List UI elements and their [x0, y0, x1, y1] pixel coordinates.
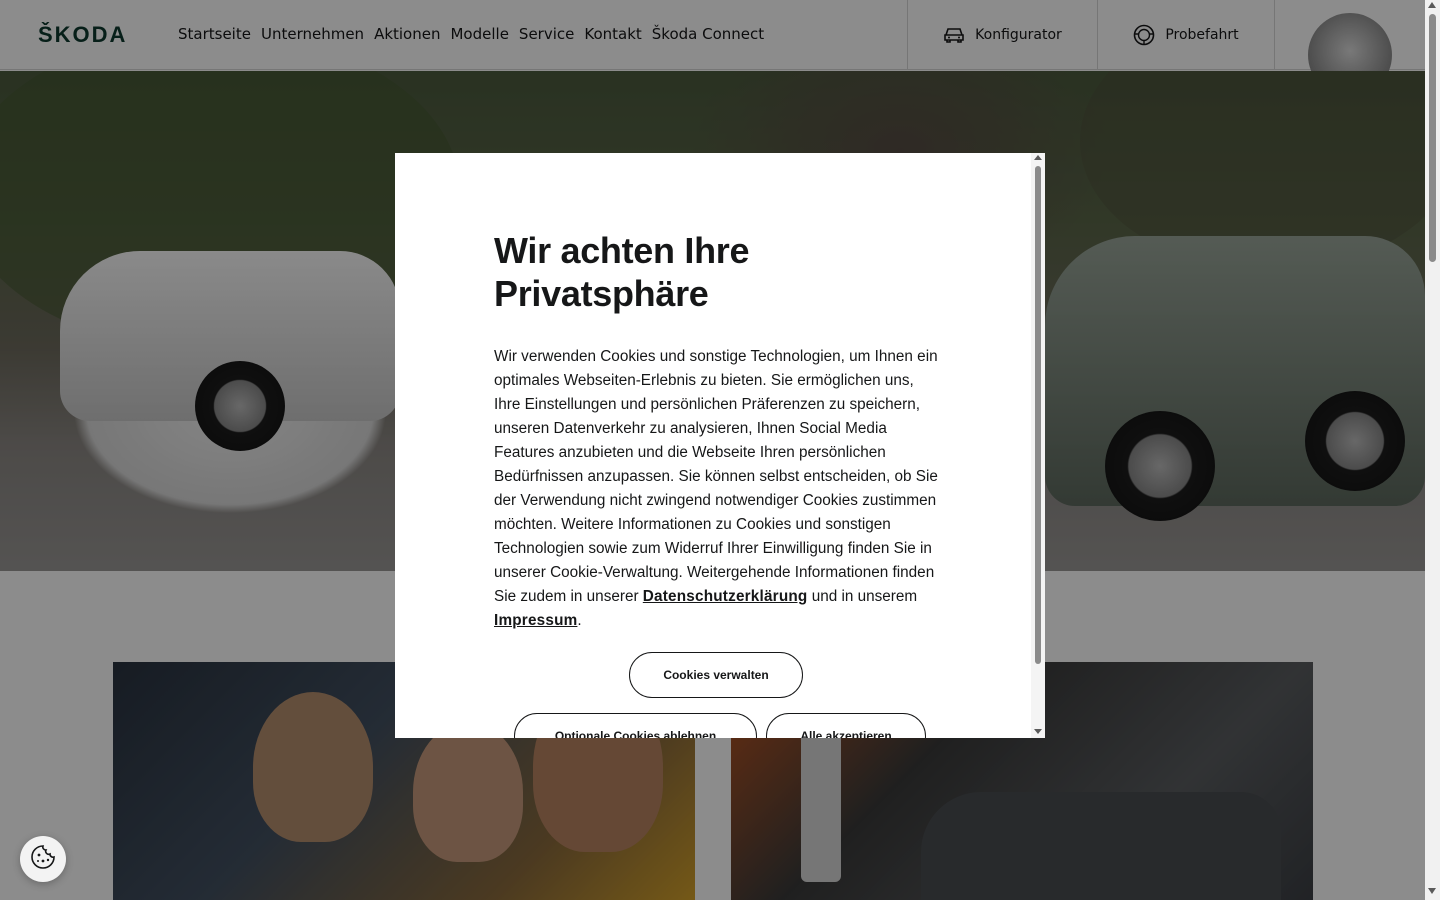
dialog-body: Wir verwenden Cookies und sonstige Techn…	[494, 345, 944, 633]
scroll-down-arrow[interactable]	[1428, 888, 1436, 894]
scroll-up-arrow[interactable]	[1428, 2, 1436, 8]
accept-all-cookies-button[interactable]: Alle akzeptieren	[766, 713, 926, 738]
manage-cookies-button[interactable]: Cookies verwalten	[629, 652, 803, 698]
cookie-settings-button[interactable]	[20, 836, 66, 882]
privacy-policy-link[interactable]: Datenschutzerklärung	[643, 588, 808, 605]
dialog-body-between: und in unserem	[811, 588, 918, 605]
dialog-scrollbar-thumb[interactable]	[1035, 166, 1041, 664]
reject-optional-cookies-button[interactable]: Optionale Cookies ablehnen	[514, 713, 757, 738]
dialog-scrollbar[interactable]	[1031, 153, 1045, 738]
dialog-scroll-down-arrow[interactable]	[1034, 729, 1042, 734]
dialog-content: Wir achten Ihre Privatsphäre Wir verwend…	[494, 229, 944, 633]
imprint-link[interactable]: Impressum	[494, 612, 577, 629]
page-scrollbar[interactable]	[1425, 0, 1440, 900]
dialog-title: Wir achten Ihre Privatsphäre	[494, 230, 750, 314]
dialog-body-end: .	[577, 612, 582, 629]
dialog-scroll-up-arrow[interactable]	[1034, 155, 1042, 160]
cookie-consent-dialog: Wir achten Ihre Privatsphäre Wir verwend…	[395, 153, 1045, 738]
page-scrollbar-thumb[interactable]	[1429, 14, 1436, 262]
dialog-body-text: Wir verwenden Cookies und sonstige Techn…	[494, 348, 938, 605]
cookie-icon	[30, 844, 56, 874]
